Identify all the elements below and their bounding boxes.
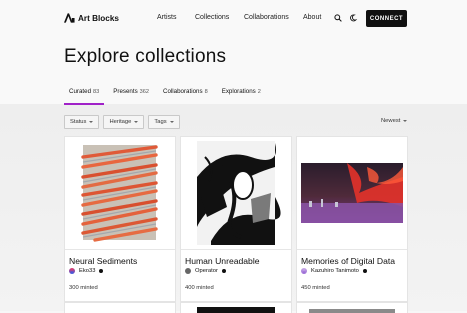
- status-filter[interactable]: Status: [64, 115, 100, 129]
- verified-icon: [99, 269, 104, 273]
- tags-filter[interactable]: Tags: [148, 115, 180, 129]
- artist-link[interactable]: Kazuhiro Tanimoto: [301, 268, 367, 274]
- collection-artwork: [197, 307, 275, 313]
- minted-count: 450 minted: [301, 285, 330, 291]
- card-divider: [297, 249, 407, 250]
- collection-artwork: [309, 309, 395, 313]
- avatar: [301, 268, 307, 274]
- search-icon[interactable]: [333, 13, 343, 23]
- chevron-down-icon: [403, 120, 408, 122]
- artist-link[interactable]: Eko33: [69, 268, 104, 274]
- collection-artwork[interactable]: [181, 137, 291, 249]
- collection-card[interactable]: Memories of Digital Data Kazuhiro Tanimo…: [296, 136, 408, 302]
- card-divider: [181, 249, 291, 250]
- page-title: Explore collections: [64, 46, 227, 67]
- artist-link[interactable]: Operator: [185, 268, 226, 274]
- collection-name[interactable]: Neural Sediments: [69, 256, 137, 266]
- collection-name[interactable]: Memories of Digital Data: [301, 256, 395, 266]
- collection-artwork[interactable]: [65, 137, 175, 249]
- brand-name: Art Blocks: [78, 13, 119, 23]
- collection-card[interactable]: [180, 302, 292, 313]
- collection-card[interactable]: [296, 302, 408, 313]
- chevron-down-icon: [169, 121, 174, 123]
- heritage-filter[interactable]: Heritage: [103, 115, 145, 129]
- artist-name: Kazuhiro Tanimoto: [311, 268, 359, 274]
- connect-button[interactable]: CONNECT: [366, 10, 407, 27]
- collection-card[interactable]: Neural Sediments Eko33 300 minted: [64, 136, 176, 302]
- avatar: [185, 268, 191, 274]
- moon-icon[interactable]: [349, 13, 359, 23]
- nav-collaborations[interactable]: Collaborations: [244, 14, 289, 21]
- nav-collections[interactable]: Collections: [195, 14, 229, 21]
- collection-artwork[interactable]: [297, 137, 407, 249]
- verified-icon: [362, 269, 367, 273]
- card-divider: [65, 249, 175, 250]
- minted-count: 300 minted: [69, 285, 98, 291]
- chevron-down-icon: [134, 121, 139, 123]
- collection-tabs: Curated 83 Presents 362 Collaborations 8 Ex…: [64, 88, 266, 105]
- collection-card[interactable]: Human Unreadable Operator 400 minted: [180, 136, 292, 302]
- brand-logo[interactable]: Art Blocks: [64, 12, 119, 24]
- avatar: [69, 268, 75, 274]
- verified-icon: [221, 269, 226, 273]
- sort-dropdown[interactable]: Newest: [381, 118, 408, 124]
- artist-name: Eko33: [79, 268, 96, 274]
- tab-explorations[interactable]: Explorations 2: [217, 88, 266, 104]
- minted-count: 400 minted: [185, 285, 214, 291]
- filter-bar: Status Heritage Tags: [64, 115, 180, 129]
- collection-card[interactable]: [64, 302, 176, 313]
- tab-presents[interactable]: Presents 362: [108, 88, 154, 104]
- chevron-down-icon: [89, 121, 94, 123]
- tab-curated[interactable]: Curated 83: [64, 88, 105, 105]
- nav-artists[interactable]: Artists: [157, 14, 176, 21]
- nav-about[interactable]: About: [303, 14, 321, 21]
- collection-name[interactable]: Human Unreadable: [185, 256, 260, 266]
- artist-name: Operator: [195, 268, 218, 274]
- art-blocks-logo-icon: [64, 13, 75, 23]
- tab-collaborations[interactable]: Collaborations 8: [158, 88, 213, 104]
